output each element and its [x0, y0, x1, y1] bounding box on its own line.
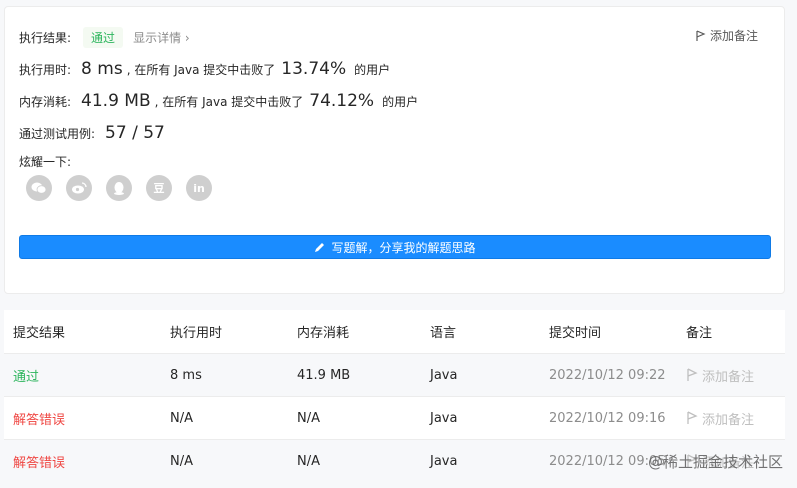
runtime-beat-text: , 在所有 Java 提交中击败了 — [126, 63, 276, 77]
add-note-label: 添加备注 — [709, 29, 758, 43]
row-language: Java — [430, 410, 458, 426]
tests-label: 通过测试用例: — [19, 127, 96, 141]
header-memory: 内存消耗 — [297, 326, 350, 341]
add-note-button[interactable]: 添加备注 — [696, 27, 758, 44]
memory-value: 41.9 MB — [81, 91, 151, 111]
row-status[interactable]: 解答错误 — [4, 452, 164, 471]
runtime-label: 执行用时: — [19, 63, 72, 77]
memory-row: 内存消耗: 41.9 MB , 在所有 Java 提交中击败了 74.12% 的… — [19, 91, 418, 111]
header-status: 提交结果 — [13, 326, 66, 341]
linkedin-icon[interactable]: in — [186, 175, 212, 201]
result-label: 执行结果: — [19, 31, 72, 45]
share-icons: 豆 in — [26, 175, 212, 201]
show-details-link[interactable]: 显示详情 › — [133, 29, 190, 46]
wechat-icon[interactable] — [26, 175, 52, 201]
row-add-note-label: 添加备注 — [702, 369, 755, 385]
write-solution-label: 写题解，分享我的解题思路 — [331, 240, 476, 255]
tests-row: 通过测试用例: 57 / 57 — [19, 123, 169, 143]
memory-percent: 74.12% — [309, 91, 375, 111]
write-solution-button[interactable]: 写题解，分享我的解题思路 — [19, 235, 771, 259]
result-row: 执行结果: 通过 显示详情 › — [19, 27, 190, 48]
flag-icon — [687, 368, 698, 381]
row-runtime: N/A — [170, 410, 193, 426]
row-runtime: N/A — [170, 453, 193, 469]
tests-value: 57 / 57 — [105, 123, 165, 143]
header-runtime: 执行用时 — [170, 326, 223, 341]
row-add-note-label: 添加备注 — [702, 412, 755, 428]
row-memory: N/A — [297, 453, 320, 469]
watermark: @稀土掘金技术社区 — [647, 453, 783, 471]
table-row[interactable]: 解答错误 N/A N/A Java 2022/10/12 09:16 添加备注 — [4, 396, 785, 439]
runtime-value: 8 ms — [81, 59, 123, 79]
flag-icon — [687, 411, 698, 424]
row-status[interactable]: 解答错误 — [4, 409, 164, 428]
row-language: Java — [430, 367, 458, 383]
result-status-badge: 通过 — [83, 27, 124, 48]
runtime-percent: 13.74% — [281, 59, 347, 79]
row-add-note[interactable]: 添加备注 — [680, 409, 785, 428]
row-submit-time: 2022/10/12 09:16 — [549, 410, 666, 426]
row-memory: 41.9 MB — [297, 367, 351, 383]
pencil-icon — [315, 242, 325, 252]
table-header: 提交结果 执行用时 内存消耗 语言 提交时间 备注 — [4, 310, 785, 353]
weibo-icon[interactable] — [66, 175, 92, 201]
row-submit-time: 2022/10/12 09:22 — [549, 367, 666, 383]
share-row: 炫耀一下: — [19, 153, 71, 170]
flag-icon — [696, 29, 706, 41]
row-runtime: 8 ms — [170, 367, 202, 383]
row-add-note[interactable]: 添加备注 — [680, 366, 785, 385]
table-row[interactable]: 通过 8 ms 41.9 MB Java 2022/10/12 09:22 添加… — [4, 353, 785, 396]
submission-result-card: 执行结果: 通过 显示详情 › 添加备注 执行用时: 8 ms , 在所有 Ja… — [4, 6, 785, 294]
header-language: 语言 — [430, 326, 457, 341]
share-label: 炫耀一下: — [19, 155, 72, 169]
runtime-row: 执行用时: 8 ms , 在所有 Java 提交中击败了 13.74% 的用户 — [19, 59, 390, 79]
memory-suffix: 的用户 — [382, 95, 419, 109]
memory-beat-text: , 在所有 Java 提交中击败了 — [154, 95, 304, 109]
header-note: 备注 — [686, 326, 713, 341]
runtime-suffix: 的用户 — [354, 63, 391, 77]
memory-label: 内存消耗: — [19, 95, 72, 109]
douban-icon[interactable]: 豆 — [146, 175, 172, 201]
row-status[interactable]: 通过 — [4, 366, 164, 385]
row-language: Java — [430, 453, 458, 469]
qq-icon[interactable] — [106, 175, 132, 201]
row-memory: N/A — [297, 410, 320, 426]
header-submit-time: 提交时间 — [549, 326, 602, 341]
